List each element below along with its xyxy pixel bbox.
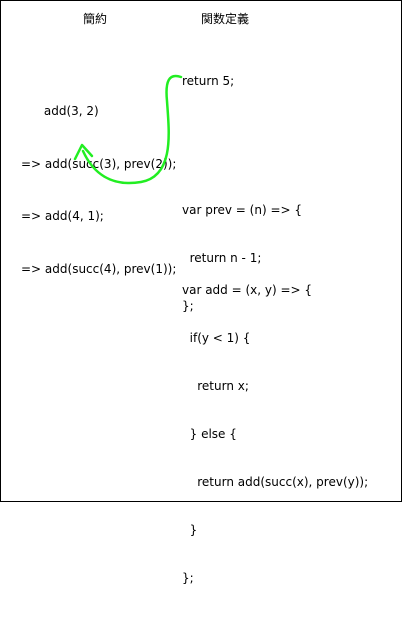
add-line-6: } (182, 523, 198, 537)
arrow-curve (81, 74, 183, 185)
add-line-7: }; (182, 571, 194, 585)
diagram-canvas: 簡約 関数定義 add(3, 2) => add(succ(3), prev(2… (0, 0, 402, 585)
substitution-arrow (73, 74, 183, 185)
